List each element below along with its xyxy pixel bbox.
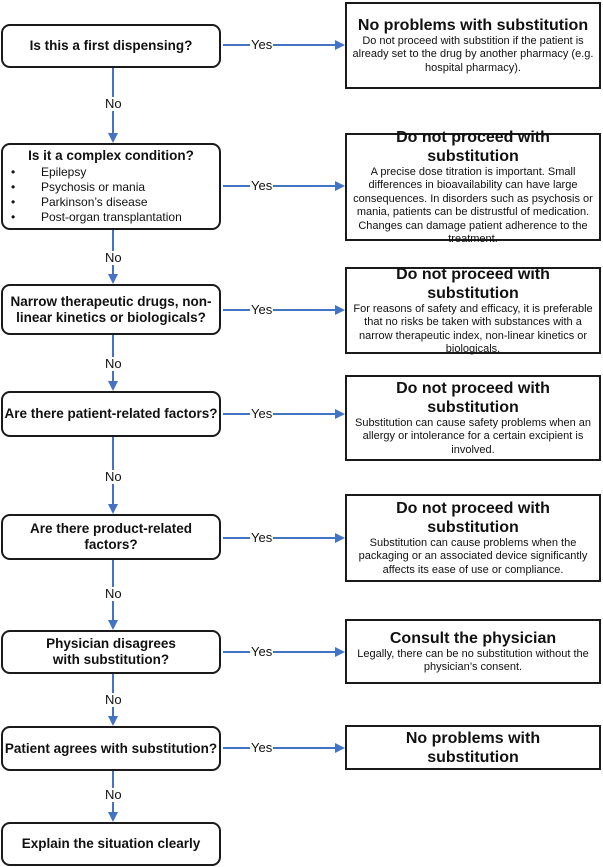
yes-arrowhead-icon	[335, 743, 345, 753]
outcome-box: Do not proceed with substitution A precis…	[345, 129, 601, 245]
no-arrowhead-icon	[108, 716, 118, 726]
question-physician-disagrees: Physician disagrees with substitution?	[1, 630, 221, 674]
yes-arrowhead-icon	[335, 647, 345, 657]
question-text: Explain the situation clearly	[21, 836, 201, 851]
no-label: No	[104, 787, 123, 802]
question-text: Is it a complex condition?	[28, 148, 194, 163]
substitution-flowchart: Is this a first dispensing? Is it a comp…	[0, 0, 603, 867]
outcome-box: No problems with substitution Do not proc…	[345, 2, 601, 89]
outcome-title: Do not proceed with substitution	[396, 379, 550, 416]
question-text: Is this a first dispensing?	[29, 38, 193, 53]
outcome-body: A precise dose titration is important. S…	[353, 165, 593, 246]
outcome-title: No problems with substitution	[405, 729, 541, 766]
condition-item: Post-organ transplantation	[41, 210, 219, 225]
outcome-body: Do not proceed with substition if the pa…	[352, 34, 594, 74]
question-patient-agrees: Patient agrees with substitution?	[1, 726, 221, 771]
yes-arrowhead-icon	[335, 409, 345, 419]
question-text: Narrow therapeutic drugs, non-linear kin…	[10, 293, 212, 325]
yes-label: Yes	[250, 644, 274, 659]
question-complex-condition: Is it a complex condition? Epilepsy Psyc…	[1, 143, 221, 230]
yes-label: Yes	[250, 178, 274, 193]
question-text: Are there product-related factors?	[29, 521, 193, 552]
yes-label: Yes	[250, 406, 274, 421]
condition-item: Parkinson’s disease	[41, 195, 219, 210]
outcome-title: Do not proceed with substitution	[396, 128, 550, 165]
no-label: No	[104, 692, 123, 707]
yes-label: Yes	[250, 530, 274, 545]
outcome-box: Do not proceed with substitution For reas…	[345, 265, 601, 356]
condition-item: Psychosis or mania	[41, 180, 219, 195]
outcome-body: For reasons of safety and efficacy, it i…	[353, 302, 593, 356]
no-label: No	[104, 469, 123, 484]
yes-arrowhead-icon	[335, 305, 345, 315]
outcome-title: Consult the physician	[389, 629, 557, 647]
no-label: No	[104, 250, 123, 265]
outcome-body: Legally, there can be no substitution wi…	[357, 647, 589, 674]
no-arrowhead-icon	[108, 812, 118, 822]
outcome-title: No problems with substitution	[357, 16, 589, 34]
question-first-dispensing: Is this a first dispensing?	[1, 24, 221, 68]
outcome-box: Do not proceed with substitution Substitu…	[345, 494, 601, 582]
question-text: Are there patient-related factors?	[4, 406, 218, 421]
no-label: No	[104, 96, 123, 111]
no-arrowhead-icon	[108, 381, 118, 391]
condition-list: Epilepsy Psychosis or mania Parkinson’s …	[3, 165, 219, 225]
question-product-factors: Are there product-related factors?	[1, 514, 221, 560]
yes-arrowhead-icon	[335, 181, 345, 191]
no-arrowhead-icon	[108, 133, 118, 143]
outcome-body: Substitution can cause problems when the…	[358, 536, 588, 576]
no-label: No	[104, 356, 123, 371]
no-arrowhead-icon	[108, 620, 118, 630]
no-arrowhead-icon	[108, 274, 118, 284]
yes-label: Yes	[250, 740, 274, 755]
yes-label: Yes	[250, 37, 274, 52]
outcome-body: Substitution can cause safety problems w…	[354, 416, 592, 456]
outcome-box: No problems with substitution	[345, 725, 601, 770]
question-patient-factors: Are there patient-related factors?	[1, 391, 221, 437]
outcome-title: Do not proceed with substitution	[396, 499, 550, 536]
question-text: Physician disagrees with substitution?	[46, 636, 176, 667]
final-step-explain: Explain the situation clearly	[1, 822, 221, 866]
outcome-box: Consult the physician Legally, there can …	[345, 619, 601, 684]
condition-item: Epilepsy	[41, 165, 219, 180]
yes-arrowhead-icon	[335, 40, 345, 50]
outcome-title: Do not proceed with substitution	[396, 265, 550, 302]
yes-label: Yes	[250, 302, 274, 317]
no-label: No	[104, 586, 123, 601]
outcome-box: Do not proceed with substitution Substitu…	[345, 375, 601, 461]
question-text: Patient agrees with substitution?	[4, 740, 218, 756]
question-narrow-therapeutic: Narrow therapeutic drugs, non-linear kin…	[1, 284, 221, 335]
yes-arrowhead-icon	[335, 533, 345, 543]
no-arrowhead-icon	[108, 504, 118, 514]
